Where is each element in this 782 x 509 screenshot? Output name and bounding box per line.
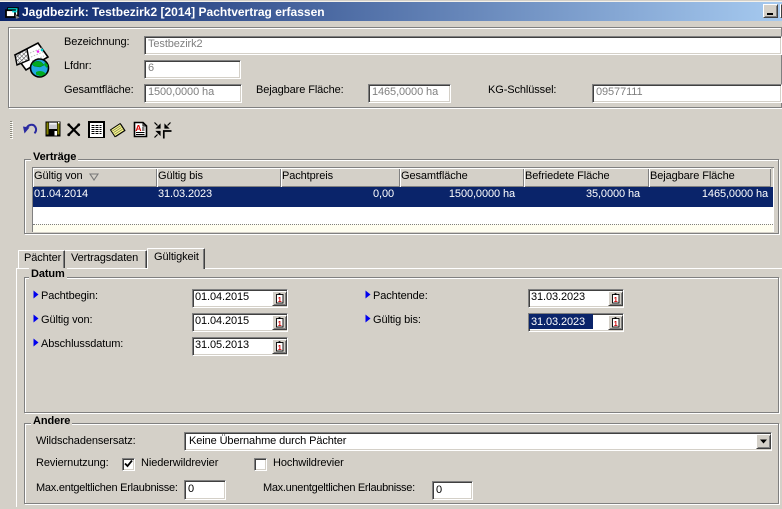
- svg-text:A: A: [135, 123, 141, 133]
- svg-text:1: 1: [614, 321, 618, 328]
- svg-text:1: 1: [278, 297, 282, 304]
- svg-text:1: 1: [278, 321, 282, 328]
- svg-text:1: 1: [278, 345, 282, 352]
- svg-text:1: 1: [614, 297, 618, 304]
